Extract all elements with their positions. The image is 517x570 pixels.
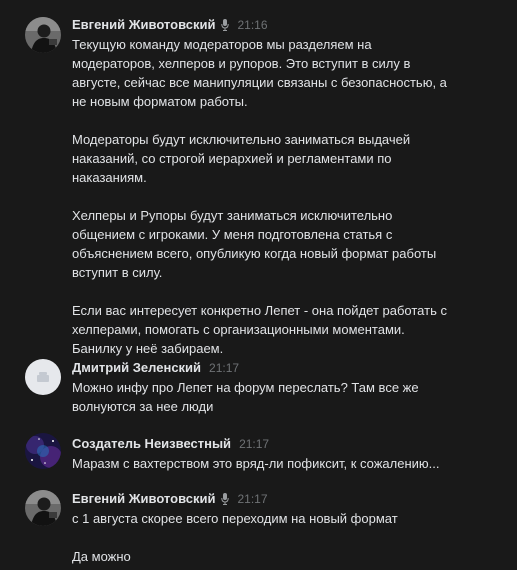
message-text: Текущую команду модераторов мы разделяем… <box>72 35 512 358</box>
mic-icon <box>221 18 230 36</box>
space-avatar-icon <box>25 433 61 469</box>
author-name[interactable]: Евгений Животовский <box>72 491 215 506</box>
text-line: общением с игроками. У меня подготовлена… <box>72 227 393 242</box>
message-time: 21:17 <box>209 361 240 375</box>
text-line: с 1 августа скорее всего переходим на но… <box>72 511 398 526</box>
text-line: волнуются за нее люди <box>72 399 214 414</box>
text-line: объяснением всего, опубликую когда новый… <box>72 246 437 261</box>
avatar[interactable] <box>25 359 61 395</box>
chat-history: Евгений Животовский 21:16 Текущую команду… <box>0 0 517 570</box>
text-line: модераторов, хелперов и рупоров. Это вст… <box>72 56 411 71</box>
text-line: наказаний, со строгой иерархией и реглам… <box>72 151 392 166</box>
text-line: Текущую команду модераторов мы разделяем… <box>72 37 372 52</box>
avatar[interactable] <box>25 433 61 469</box>
avatar[interactable] <box>25 490 61 526</box>
text-line: вступит в силу. <box>72 265 163 280</box>
text-line: Да можно <box>72 549 131 564</box>
author-name[interactable]: Создатель Неизвестный <box>72 436 231 451</box>
text-line: не новым форматом работы. <box>72 94 248 109</box>
author-name[interactable]: Дмитрий Зеленский <box>72 360 201 375</box>
author-name[interactable]: Евгений Животовский <box>72 17 215 32</box>
text-line: Модераторы будут исключительно заниматьс… <box>72 132 411 147</box>
default-avatar-icon <box>25 359 61 395</box>
message-time: 21:17 <box>239 437 270 451</box>
text-line: Можно инфу про Лепет на форум переслать?… <box>72 380 419 395</box>
text-line: Банилку у неё забираем. <box>72 341 224 356</box>
mic-icon <box>221 492 230 510</box>
message-time: 21:16 <box>237 18 268 32</box>
user-photo-icon <box>25 490 61 526</box>
message-text: Можно инфу про Лепет на форум переслать?… <box>72 378 512 416</box>
user-photo-icon <box>25 17 61 53</box>
text-line: наказаниям. <box>72 170 147 185</box>
message-time: 21:17 <box>237 492 268 506</box>
text-line: Хелперы и Рупоры будут заниматься исключ… <box>72 208 393 223</box>
message-text: с 1 августа скорее всего переходим на но… <box>72 509 512 566</box>
text-line: Если вас интересует конкретно Лепет - он… <box>72 303 447 318</box>
text-line: хелперами, помогать с организационными м… <box>72 322 405 337</box>
avatar[interactable] <box>25 17 61 53</box>
text-line: августе, сейчас все манипуляции связаны … <box>72 75 447 90</box>
text-line: Маразм с вахтерством это вряд-ли пофикси… <box>72 456 440 471</box>
message-text: Маразм с вахтерством это вряд-ли пофикси… <box>72 454 512 473</box>
